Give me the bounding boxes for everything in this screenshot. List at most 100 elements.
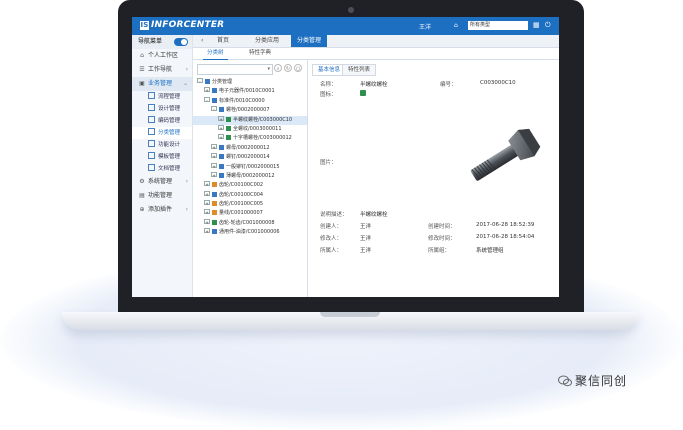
sidebar-subitem[interactable]: 编码管理 bbox=[132, 115, 192, 127]
tree-node-label: 螺栓/0002000007 bbox=[226, 107, 270, 114]
collapse-icon[interactable]: - bbox=[211, 106, 217, 112]
sidebar-subitem[interactable]: 模板管理 bbox=[132, 151, 192, 163]
tree-node-label: 薄螺母/0002000012 bbox=[226, 172, 275, 179]
expand-icon[interactable]: + bbox=[204, 228, 210, 234]
class-node-icon bbox=[219, 107, 224, 113]
expand-icon[interactable]: + bbox=[204, 190, 210, 197]
expand-icon[interactable]: + bbox=[218, 115, 224, 122]
tree-node-label: 螺母/0002000012 bbox=[226, 144, 270, 151]
tree-node-label: 齿轮-轮齿/C001000008 bbox=[219, 219, 275, 226]
sidebar-subitem-label: 模板管理 bbox=[158, 154, 181, 160]
home-icon: ⌂ bbox=[140, 52, 144, 59]
sidebar-subitem[interactable]: 设计管理 bbox=[132, 103, 192, 115]
subtab-dictionary[interactable]: 特性字典 bbox=[245, 48, 275, 59]
expand-icon[interactable]: + bbox=[204, 209, 210, 215]
tab-class-app[interactable]: 分类应用 bbox=[249, 35, 285, 47]
tree-search-input[interactable]: ▾ bbox=[197, 64, 273, 75]
tab-feature-list[interactable]: 特性列表 bbox=[342, 64, 377, 76]
tree-node[interactable]: + 薄螺母/0002000012 bbox=[193, 171, 307, 181]
sidebar-subitem-label: 设计管理 bbox=[158, 106, 181, 112]
sidebar-toggle[interactable] bbox=[174, 38, 188, 46]
modified-label: 修改时间： bbox=[428, 236, 456, 242]
creator-value: 王洋 bbox=[360, 224, 372, 230]
sidebar-item-plugin[interactable]: ⊕ 添加插件 › bbox=[132, 203, 192, 217]
tree-root[interactable]: - 分类管理 bbox=[193, 78, 307, 87]
sidebar-item-workspace[interactable]: ⌂ 个人工作区 bbox=[132, 49, 192, 63]
tree-node[interactable]: + 齿轮/C00100C004 bbox=[193, 190, 307, 200]
class-node-icon bbox=[212, 210, 217, 216]
chevron-right-icon: › bbox=[185, 66, 188, 73]
item-icon bbox=[148, 164, 155, 171]
bell-icon[interactable]: ⌂ bbox=[454, 22, 458, 29]
chevron-right-icon: › bbox=[185, 206, 188, 213]
tab-home[interactable]: 首页 bbox=[211, 35, 235, 47]
sidebar-item-system[interactable]: ⚙ 系统管理 › bbox=[132, 175, 192, 189]
tree-node[interactable]: + 齿轮/C00100C002 bbox=[193, 181, 307, 190]
power-icon[interactable]: ⏻ bbox=[545, 21, 551, 30]
sidebar-subitem[interactable]: 功能设计 bbox=[132, 139, 192, 151]
refresh-icon[interactable]: ↻ bbox=[284, 64, 292, 72]
sidebar-item-business[interactable]: ▣ 业务管理 ⌄ bbox=[132, 77, 192, 91]
tree-node[interactable]: + 一般铆钉/0002000015 bbox=[193, 162, 307, 172]
tree-node[interactable]: + 通用件-油漆/C001000006 bbox=[193, 228, 307, 237]
name-label: 名称： bbox=[320, 82, 337, 88]
clear-icon[interactable]: ○ bbox=[294, 64, 302, 72]
class-node-icon bbox=[212, 182, 217, 188]
tree-node[interactable]: + 螺母/0002000012 bbox=[193, 143, 307, 153]
image-label: 图片： bbox=[320, 160, 337, 166]
tree-node-label: 齿轮/C00100C004 bbox=[219, 191, 264, 198]
expand-icon[interactable]: + bbox=[211, 153, 217, 159]
tree-node[interactable]: - 标准件/0010C0000 bbox=[193, 96, 307, 106]
expand-icon[interactable]: + bbox=[204, 200, 210, 206]
chevron-down-icon[interactable]: ▾ bbox=[267, 65, 270, 74]
sidebar-header: 导航菜单 bbox=[132, 35, 192, 49]
tree-node[interactable]: + 量线/C001000007 bbox=[193, 209, 307, 218]
briefcase-icon: ▣ bbox=[139, 80, 145, 87]
type-select[interactable]: 所有类型 bbox=[468, 21, 528, 30]
tree-node-label: 十字槽螺栓/C003000012 bbox=[233, 135, 292, 142]
tree-node[interactable]: + 螺钉/0002000014 bbox=[193, 153, 307, 162]
sidebar-item-nav[interactable]: ☰ 工作导航 › bbox=[132, 63, 192, 77]
sub-tabs: 分类树 特性字典 bbox=[193, 48, 559, 60]
icon-label: 图标： bbox=[320, 92, 337, 98]
tab-basic-info[interactable]: 基本信息 bbox=[312, 64, 347, 76]
sidebar-header-label: 导航菜单 bbox=[138, 38, 163, 45]
sidebar-item-label: 业务管理 bbox=[148, 80, 173, 87]
sidebar-subitem[interactable]: 文档管理 bbox=[132, 163, 192, 175]
expand-icon[interactable]: + bbox=[204, 87, 210, 93]
collapse-icon[interactable]: - bbox=[197, 78, 203, 84]
sidebar-subitem[interactable]: 流程管理 bbox=[132, 91, 192, 103]
search-icon[interactable]: ⌕ bbox=[274, 64, 282, 72]
collapse-icon[interactable]: - bbox=[204, 96, 210, 103]
grid-icon[interactable]: ▦ bbox=[533, 21, 540, 29]
tree-node[interactable]: + 全螺纹/0003000011 bbox=[193, 124, 307, 134]
desc-label: 说明描述： bbox=[320, 212, 348, 218]
sidebar-subitem-label: 功能设计 bbox=[158, 142, 181, 148]
expand-icon[interactable]: + bbox=[211, 143, 217, 150]
tree-node[interactable]: + 十字槽螺栓/C003000012 bbox=[193, 134, 307, 143]
expand-icon[interactable]: + bbox=[204, 181, 210, 187]
tab-class-manage[interactable]: 分类管理 bbox=[291, 35, 328, 47]
tree-node-selected[interactable]: + 半螺纹螺栓/C003000C10 bbox=[193, 115, 307, 125]
created-value: 2017-06-28 18:52:39 bbox=[476, 222, 535, 228]
tab-back[interactable]: ‹ bbox=[195, 35, 209, 47]
expand-icon[interactable]: + bbox=[218, 134, 224, 140]
tree-node[interactable]: + 齿轮-轮齿/C001000008 bbox=[193, 218, 307, 228]
tree-node[interactable]: + 齿轮/C00100C005 bbox=[193, 200, 307, 209]
sidebar-item-function[interactable]: ▤ 功能管理 bbox=[132, 189, 192, 203]
bolt-image bbox=[470, 128, 541, 181]
tree-node-label: 齿轮/C00100C005 bbox=[219, 201, 264, 208]
created-label: 创建时间： bbox=[428, 224, 456, 230]
tree-node[interactable]: - 螺栓/0002000007 bbox=[193, 106, 307, 115]
code-value: C003000C10 bbox=[480, 80, 516, 86]
expand-icon[interactable]: + bbox=[211, 171, 217, 178]
subtab-tree[interactable]: 分类树 bbox=[203, 48, 228, 60]
sidebar-subitem-active[interactable]: 分类管理 bbox=[132, 127, 192, 139]
expand-icon[interactable]: + bbox=[211, 162, 217, 169]
watermark: 聚信同创 bbox=[558, 372, 627, 389]
tree-node[interactable]: + 电子元器件/0010C0001 bbox=[193, 87, 307, 96]
expand-icon[interactable]: + bbox=[218, 124, 224, 131]
expand-icon[interactable]: + bbox=[204, 218, 210, 225]
user-name[interactable]: 王洋 bbox=[419, 22, 431, 31]
item-icon bbox=[148, 152, 155, 159]
